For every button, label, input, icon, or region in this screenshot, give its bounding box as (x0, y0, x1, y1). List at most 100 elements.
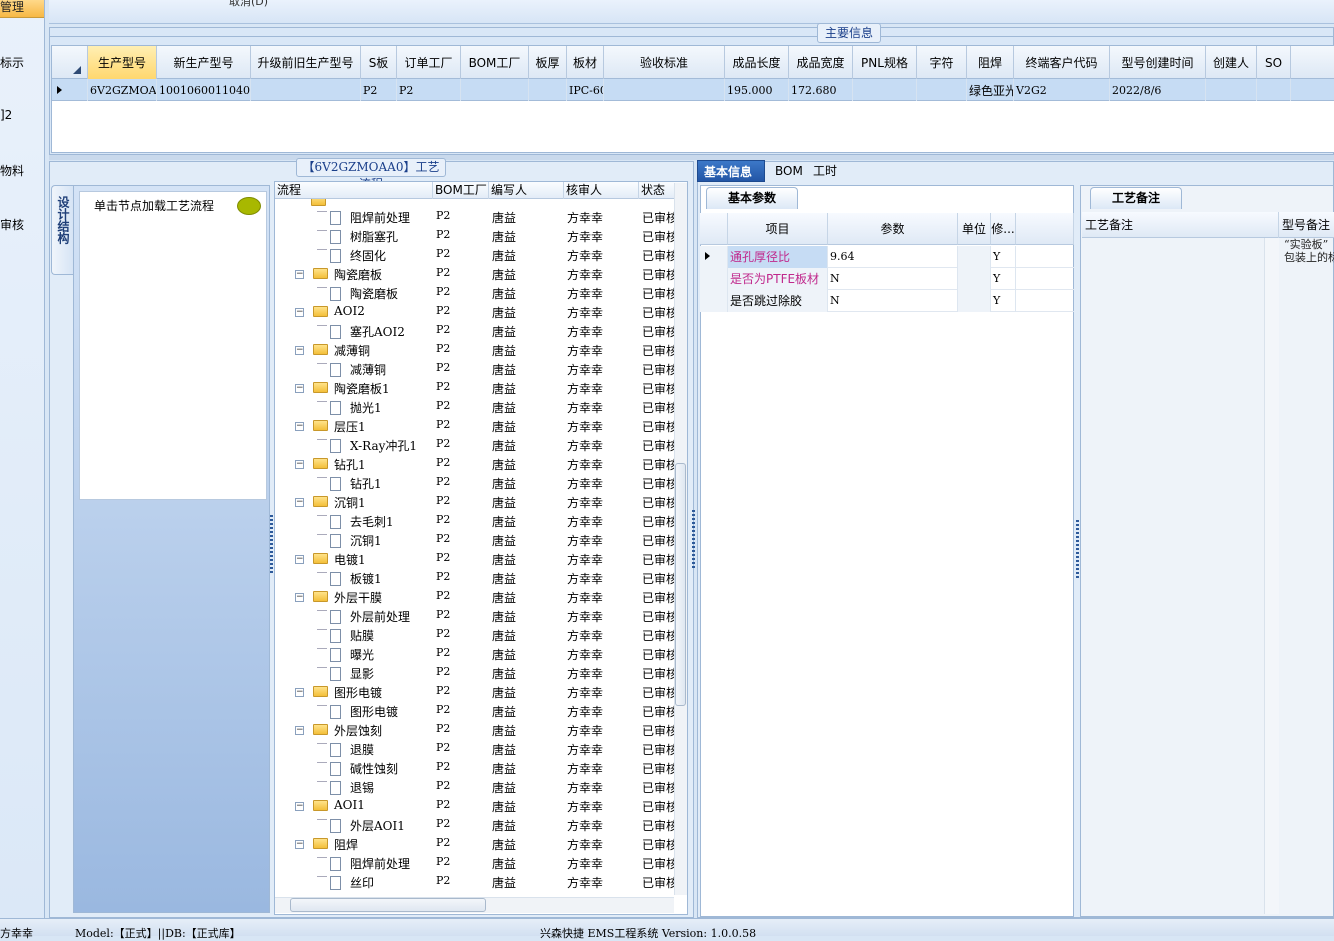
tab-process-notes[interactable]: 工艺备注 (1090, 187, 1182, 209)
row-selector[interactable] (700, 290, 728, 312)
grid-col-header[interactable]: 型号创建时间 (1110, 46, 1206, 79)
tree-row[interactable]: 板镀1 P2 唐益 方幸幸 已审核 (275, 568, 675, 587)
collapse-icon[interactable]: − (295, 802, 304, 811)
left-nav-item[interactable]: 标示 (0, 54, 44, 71)
grid-cell[interactable]: 2022/8/6 (1110, 79, 1206, 101)
row-selector[interactable] (700, 268, 728, 290)
param-row[interactable]: 通孔厚径比 9.64 Y (700, 246, 1074, 268)
tree-row[interactable]: − 阻焊 P2 唐益 方幸幸 已审核 (275, 834, 675, 853)
tree-row[interactable]: 丝印 P2 唐益 方幸幸 已审核 (275, 872, 675, 891)
tree-col-bom[interactable]: BOM工厂 (433, 182, 489, 199)
notes-vscroll[interactable] (1264, 238, 1279, 914)
tree-row[interactable]: − 图形电镀 P2 唐益 方幸幸 已审核 (275, 682, 675, 701)
tree-col-flow[interactable]: 流程 (275, 182, 433, 199)
tree-row[interactable]: 外层前处理 P2 唐益 方幸幸 已审核 (275, 606, 675, 625)
tree-row[interactable]: − 陶瓷磨板1 P2 唐益 方幸幸 已审核 (275, 378, 675, 397)
splitter-grip[interactable] (270, 515, 273, 575)
collapse-icon[interactable]: − (295, 384, 304, 393)
grid-cell[interactable]: V2G2 (1014, 79, 1110, 101)
collapse-icon[interactable]: − (295, 460, 304, 469)
grid-col-header[interactable]: 验收标准 (604, 46, 725, 79)
tree-row[interactable]: − 外层干膜 P2 唐益 方幸幸 已审核 (275, 587, 675, 606)
tree-row[interactable]: 退膜 P2 唐益 方幸幸 已审核 (275, 739, 675, 758)
splitter-grip[interactable] (1076, 520, 1079, 580)
tree-row[interactable]: 去毛刺1 P2 唐益 方幸幸 已审核 (275, 511, 675, 530)
grid-col-header[interactable]: 板材 (567, 46, 604, 79)
params-col-value[interactable]: 参数 (828, 213, 958, 245)
left-nav-item[interactable]: 审核 (0, 216, 44, 233)
grid-cell[interactable]: IPC-6012 II 级 (567, 79, 604, 101)
tree-row[interactable]: − 减薄铜 P2 唐益 方幸幸 已审核 (275, 340, 675, 359)
tree-row[interactable]: 阻焊前处理 P2 唐益 方幸幸 已审核 (275, 853, 675, 872)
tree-row[interactable]: − 沉铜1 P2 唐益 方幸幸 已审核 (275, 492, 675, 511)
tree-row[interactable]: − 外层蚀刻 P2 唐益 方幸幸 已审核 (275, 720, 675, 739)
param-value[interactable]: N (828, 290, 958, 312)
left-nav-item[interactable]: ]2 (0, 108, 44, 122)
tree-row[interactable]: 贴膜 P2 唐益 方幸幸 已审核 (275, 625, 675, 644)
grid-col-header[interactable]: 升级前旧生产型号 (251, 46, 361, 79)
tree-row[interactable]: − 钻孔1 P2 唐益 方幸幸 已审核 (275, 454, 675, 473)
tree-row[interactable]: 减薄铜 P2 唐益 方幸幸 已审核 (275, 359, 675, 378)
tab-hours[interactable]: 工时 (807, 160, 843, 182)
vertical-tab[interactable]: 设计结构 (51, 185, 73, 275)
grid-cell[interactable]: 195.000 (725, 79, 789, 101)
param-row[interactable]: 是否跳过除胶 N Y (700, 290, 1074, 312)
tree-row[interactable]: − AOI2 P2 唐益 方幸幸 已审核 (275, 302, 675, 321)
tree-row[interactable]: 显影 P2 唐益 方幸幸 已审核 (275, 663, 675, 682)
grid-col-header[interactable]: 终端客户代码 (1014, 46, 1110, 79)
grid-col-header[interactable]: PNL规格 (853, 46, 917, 79)
grid-col-header[interactable]: BOM工厂 (461, 46, 529, 79)
tree-row[interactable]: 塞孔AOI2 P2 唐益 方幸幸 已审核 (275, 321, 675, 340)
grid-cell[interactable]: P2 (361, 79, 397, 101)
grid-cell[interactable]: 绿色亚光 (967, 79, 1014, 101)
grid-col-header[interactable]: 板厚 (529, 46, 567, 79)
nav-box[interactable]: 单击节点加载工艺流程 (79, 191, 267, 500)
grid-col-header[interactable]: SO (1257, 46, 1291, 79)
collapse-icon[interactable]: − (295, 498, 304, 507)
collapse-icon[interactable]: − (295, 308, 304, 317)
tree-row[interactable]: − 陶瓷磨板 P2 唐益 方幸幸 已审核 (275, 264, 675, 283)
tree-row[interactable]: 阻焊前处理 P2 唐益 方幸幸 已审核 (275, 207, 675, 226)
splitter-grip[interactable] (692, 510, 695, 570)
tree-row[interactable]: − AOI1 P2 唐益 方幸幸 已审核 (275, 796, 675, 815)
tree-vscroll-thumb[interactable] (675, 463, 686, 706)
param-value[interactable]: N (828, 268, 958, 290)
tab-basic-params[interactable]: 基本参数 (706, 187, 798, 209)
row-selector[interactable] (52, 79, 88, 101)
tab-bom[interactable]: BOM (769, 160, 809, 182)
grid-col-header[interactable]: S板 (361, 46, 397, 79)
grid-col-header[interactable]: 成品宽度 (789, 46, 853, 79)
params-col-item[interactable]: 项目 (728, 213, 828, 245)
grid-cell[interactable]: 6V2GZMOAA0 (88, 79, 157, 101)
tree-row[interactable]: 终固化 P2 唐益 方幸幸 已审核 (275, 245, 675, 264)
tree-row[interactable]: 钻孔1 P2 唐益 方幸幸 已审核 (275, 473, 675, 492)
grid-col-header[interactable]: 订单工厂 (397, 46, 461, 79)
tree-row[interactable]: X-Ray冲孔1 P2 唐益 方幸幸 已审核 (275, 435, 675, 454)
tree-row[interactable]: 沉铜1 P2 唐益 方幸幸 已审核 (275, 530, 675, 549)
grid-cell[interactable]: 10010600110400 (157, 79, 251, 101)
grid-col-header[interactable]: 新生产型号 (157, 46, 251, 79)
collapse-icon[interactable]: − (295, 346, 304, 355)
grid-cell[interactable] (251, 79, 361, 101)
grid-cell[interactable] (1257, 79, 1291, 101)
tree-row[interactable]: 抛光1 P2 唐益 方幸幸 已审核 (275, 397, 675, 416)
tree-row[interactable]: 陶瓷磨板 P2 唐益 方幸幸 已审核 (275, 283, 675, 302)
table-row[interactable]: 6V2GZMOAA010010600110400 P2P2 IPC-6012 II … (52, 79, 1334, 101)
grid-col-header[interactable]: 生产型号 (88, 46, 157, 79)
tree-col-reviewer[interactable]: 核审人 (564, 182, 639, 199)
tree-col-writer[interactable]: 编写人 (489, 182, 564, 199)
tree-row[interactable]: 图形电镀 P2 唐益 方幸幸 已审核 (275, 701, 675, 720)
grid-col-header[interactable]: 创建人 (1206, 46, 1257, 79)
params-col-unit[interactable]: 单位 (958, 213, 991, 245)
tab-basic-info[interactable]: 基本信息 (697, 160, 765, 182)
grid-cell[interactable]: 172.680 (789, 79, 853, 101)
tree-row[interactable]: 曝光 P2 唐益 方幸幸 已审核 (275, 644, 675, 663)
tree-row[interactable]: − 层压1 P2 唐益 方幸幸 已审核 (275, 416, 675, 435)
collapse-icon[interactable]: − (295, 726, 304, 735)
grid-cell[interactable] (853, 79, 917, 101)
grid-cell[interactable] (529, 79, 567, 101)
tree-row[interactable]: 退锡 P2 唐益 方幸幸 已审核 (275, 777, 675, 796)
grid-col-header[interactable]: 阻焊 (967, 46, 1014, 79)
param-value[interactable]: 9.64 (828, 246, 958, 268)
grid-cell[interactable] (917, 79, 967, 101)
